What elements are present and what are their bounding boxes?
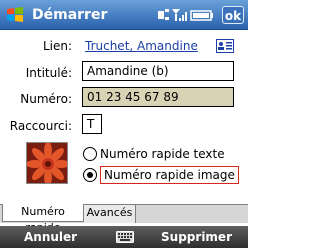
connectivity-icon [158, 9, 169, 20]
lien-link[interactable]: Truchet, Amandine [85, 39, 198, 53]
windows-start-icon[interactable] [5, 5, 25, 25]
speed-dial-screen: Démarrer ok Lien: Truchet, Amandine Inti… [0, 0, 248, 248]
contact-photo[interactable] [26, 142, 68, 184]
tab-numero-rapide[interactable]: Numéro rapide [2, 204, 84, 234]
ok-button[interactable]: ok [222, 6, 244, 24]
radio-button-texte[interactable] [83, 147, 97, 161]
delete-softkey[interactable]: Supprimer [161, 230, 232, 244]
radio-button-image[interactable] [83, 168, 97, 182]
flower-image [27, 143, 67, 183]
numero-field: 01 23 45 67 89 [82, 87, 234, 107]
signal-icon [172, 9, 187, 21]
tab-avances[interactable]: Avancés [84, 205, 136, 223]
title-bar: Démarrer ok [0, 0, 248, 30]
status-icons[interactable] [158, 8, 218, 22]
lien-label: Lien: [42, 39, 72, 53]
battery-icon [190, 10, 213, 21]
intitule-field[interactable]: Amandine (b) [82, 61, 234, 81]
radio-label-image: Numéro rapide image [100, 166, 239, 184]
raccourci-field[interactable]: T [82, 114, 102, 134]
cancel-softkey[interactable]: Annuler [24, 230, 77, 244]
page-title: Démarrer [32, 7, 108, 23]
intitule-label: Intitulé: [25, 66, 72, 80]
contact-card-icon[interactable] [216, 39, 234, 53]
keyboard-icon[interactable] [116, 231, 134, 243]
softkey-bar: Annuler Supprimer [0, 226, 248, 248]
radio-option-texte[interactable]: Numéro rapide texte [83, 144, 225, 164]
radio-option-image[interactable]: Numéro rapide image [83, 165, 239, 185]
raccourci-label: Raccourci: [9, 119, 72, 133]
numero-label: Numéro: [20, 92, 72, 106]
radio-label-texte: Numéro rapide texte [100, 147, 225, 161]
